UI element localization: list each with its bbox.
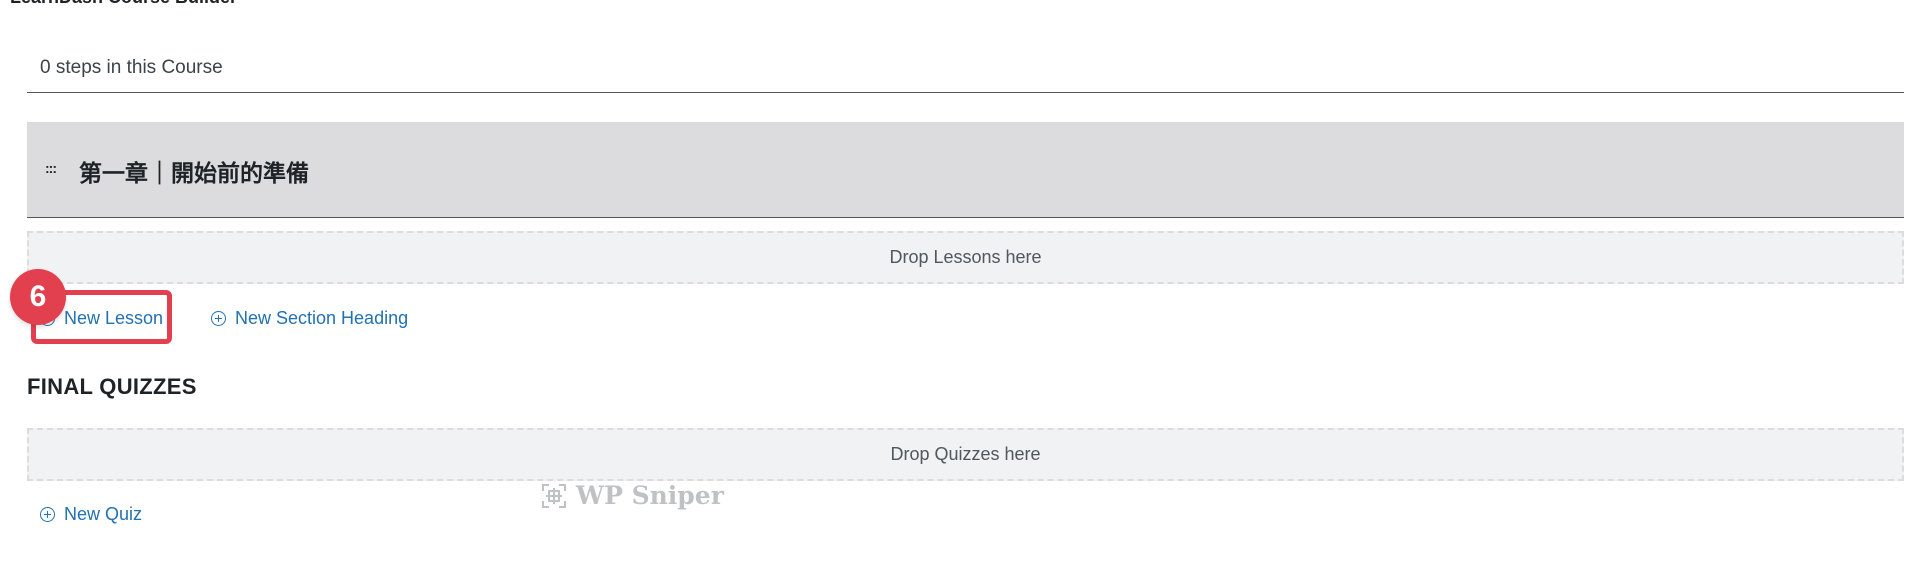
drag-handle-icon[interactable]: ::: bbox=[45, 160, 57, 176]
watermark-text: WP Sniper bbox=[576, 481, 724, 510]
wp-sniper-logo-icon bbox=[542, 483, 566, 508]
course-builder-title: LearnDash Course Builder bbox=[10, 0, 237, 8]
quizzes-dropzone[interactable]: Drop Quizzes here bbox=[27, 428, 1904, 481]
lessons-dropzone[interactable]: Drop Lessons here bbox=[27, 231, 1904, 284]
watermark: WP Sniper bbox=[541, 481, 724, 510]
new-quiz-button[interactable]: New Quiz bbox=[40, 504, 142, 525]
plus-circle-icon bbox=[40, 507, 55, 522]
steps-summary-bar: 0 steps in this Course bbox=[27, 44, 1904, 93]
step-number-badge: 6 bbox=[10, 269, 66, 325]
section-heading-title: 第一章｜開始前的準備 bbox=[79, 160, 309, 186]
course-builder-page: LearnDash Course Builder 0 steps in this… bbox=[0, 0, 1920, 570]
new-lesson-label: New Lesson bbox=[64, 308, 164, 328]
section-heading-row[interactable]: ::: 第一章｜開始前的準備 bbox=[27, 122, 1904, 218]
new-quiz-label: New Quiz bbox=[64, 504, 143, 524]
quizzes-dropzone-label: Drop Quizzes here bbox=[890, 444, 1041, 464]
new-section-heading-button[interactable]: New Section Heading bbox=[211, 308, 408, 329]
final-quizzes-heading: FINAL QUIZZES bbox=[27, 374, 197, 399]
plus-circle-icon bbox=[211, 311, 226, 326]
steps-count-text: 0 steps in this Course bbox=[40, 57, 223, 78]
new-section-heading-label: New Section Heading bbox=[235, 308, 409, 328]
lessons-dropzone-label: Drop Lessons here bbox=[889, 247, 1042, 267]
